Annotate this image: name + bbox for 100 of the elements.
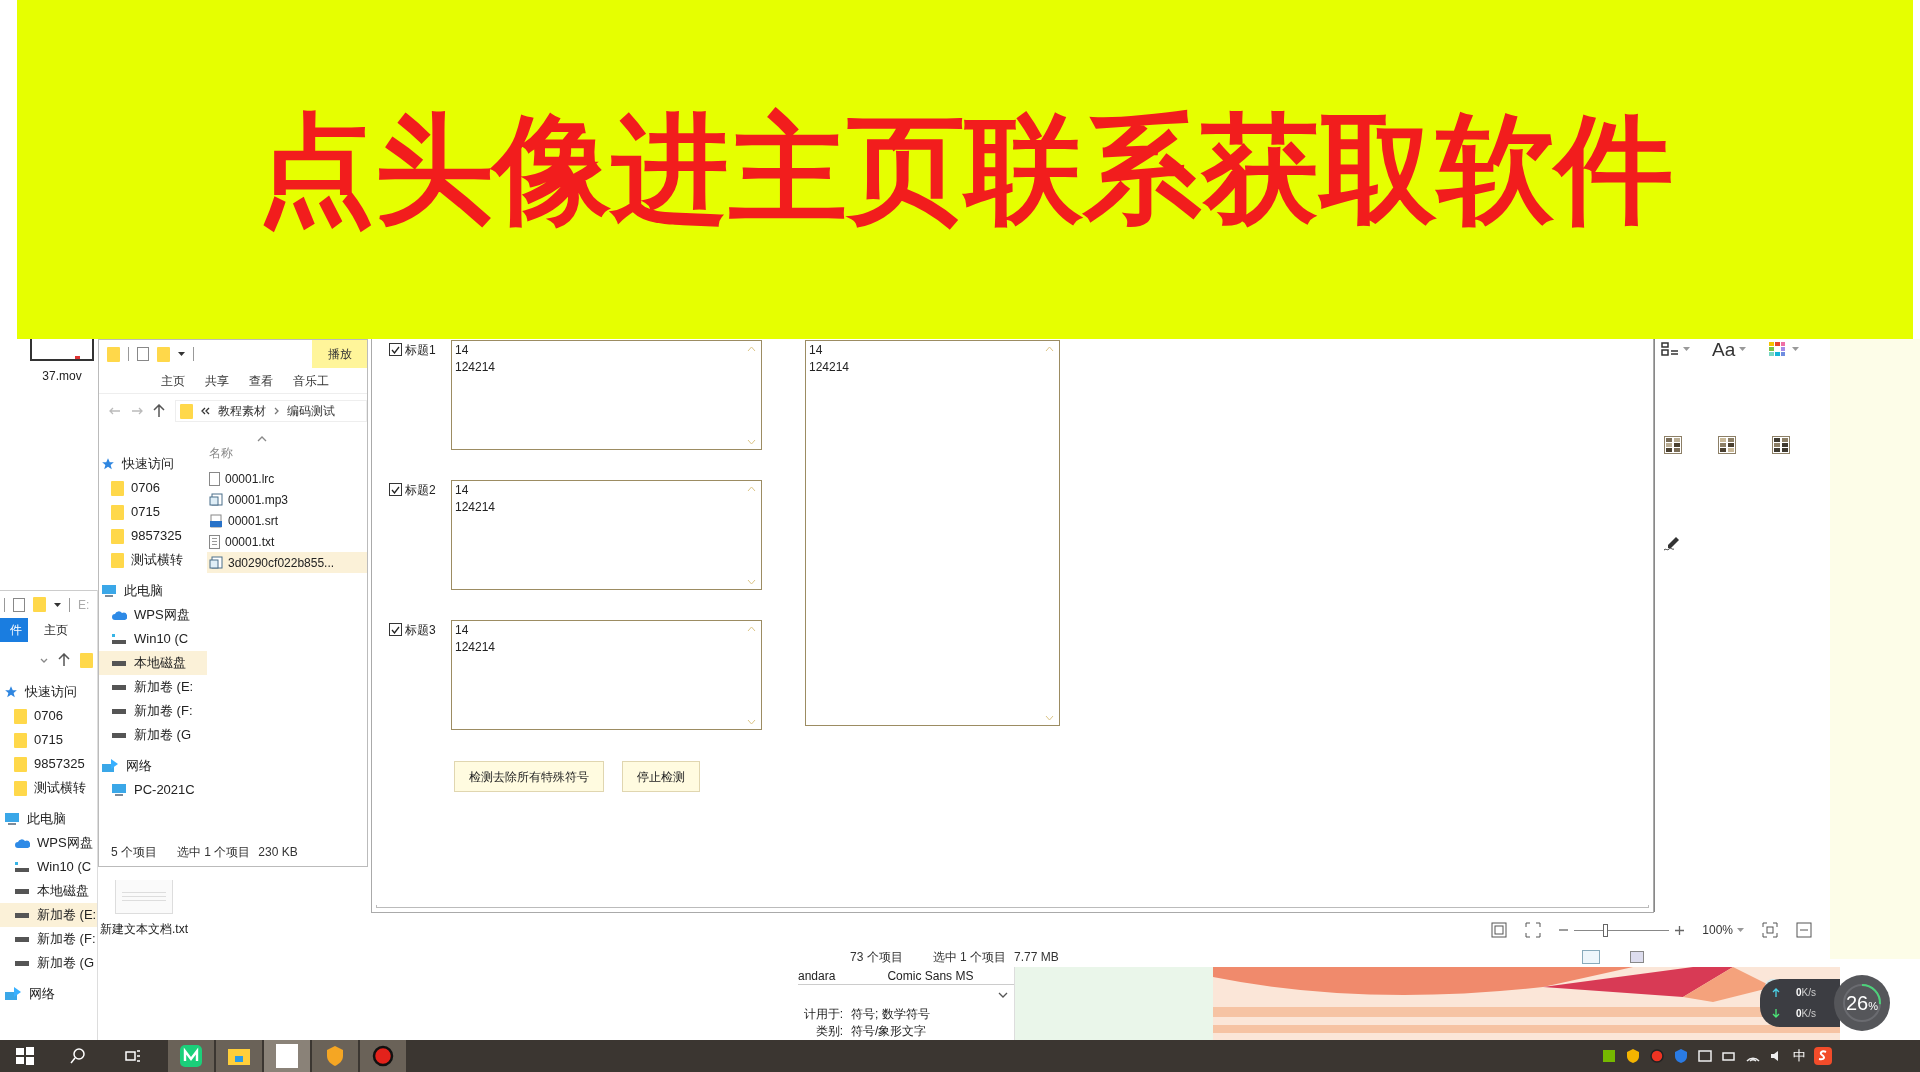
chevron-icon[interactable] [998, 992, 1008, 998]
nav-item[interactable]: 此电脑 [0, 807, 97, 831]
zoom-out-icon[interactable] [1559, 926, 1569, 934]
table-style-icon[interactable] [1772, 436, 1790, 454]
minimize-panel-icon[interactable] [1796, 922, 1812, 938]
nav-item[interactable]: 新加卷 (F: [99, 699, 207, 723]
ribbon-tab[interactable]: 共享 [205, 371, 229, 390]
shield-icon[interactable] [1625, 1048, 1641, 1064]
nav-item[interactable]: Win10 (C [99, 627, 207, 651]
nav-item[interactable]: 测试横转 [99, 548, 207, 572]
checkbox[interactable] [389, 623, 402, 636]
color-palette-icon[interactable] [1768, 341, 1787, 357]
nav-item[interactable]: 新加卷 (E: [0, 903, 97, 927]
file-row[interactable]: 00001.lrc [207, 468, 367, 489]
dropdown-icon[interactable] [54, 602, 61, 607]
start-icon[interactable] [15, 1046, 35, 1066]
nav-item[interactable]: WPS网盘 [0, 831, 97, 855]
nav-item[interactable]: 0706 [99, 476, 207, 500]
ribbon-tab[interactable]: 查看 [249, 371, 273, 390]
nav-item[interactable]: PC-2021C [99, 778, 207, 802]
nav-item[interactable]: 本地磁盘 [99, 651, 207, 675]
action-button[interactable]: 停止检测 [622, 761, 700, 792]
breadcrumb[interactable]: 编码测试 [287, 402, 335, 420]
up-arrow-icon[interactable] [58, 653, 70, 667]
nav-item[interactable]: 快速访问 [0, 680, 97, 704]
nav-item[interactable]: 0706 [0, 704, 97, 728]
record-icon[interactable] [1649, 1048, 1665, 1064]
font-name[interactable]: Comic Sans MS [887, 966, 974, 985]
checkbox[interactable] [389, 343, 402, 356]
folder-icon [80, 652, 93, 668]
nav-item[interactable]: 新加卷 (E: [99, 675, 207, 699]
slider-thumb[interactable] [1603, 923, 1609, 937]
nav-item[interactable]: 网络 [99, 754, 207, 778]
context-tab[interactable]: 播放 [312, 340, 367, 368]
address-bar[interactable]: 教程素材 编码测试 [175, 400, 367, 422]
ribbon-tab[interactable]: 件 [0, 618, 28, 642]
nav-item[interactable]: 新加卷 (F: [0, 927, 97, 951]
ribbon-tab[interactable]: 主页 [161, 371, 185, 390]
nav-item[interactable]: 9857325 [0, 752, 97, 776]
sogou-icon[interactable] [1814, 1047, 1832, 1065]
nav-item[interactable]: Win10 (C [0, 855, 97, 879]
shield-icon[interactable] [1673, 1048, 1689, 1064]
table-style-icon[interactable] [1718, 436, 1736, 454]
thumbnail-view-icon[interactable] [1630, 951, 1644, 963]
nav-item[interactable]: 新加卷 (G [99, 723, 207, 747]
up-arrow-icon[interactable] [153, 404, 165, 418]
list-layout-icon[interactable] [1661, 342, 1679, 356]
checkbox[interactable] [389, 483, 402, 496]
dropdown-icon[interactable] [178, 352, 185, 356]
file-row[interactable]: 00001.srt [207, 510, 367, 531]
nav-item[interactable]: 9857325 [99, 524, 207, 548]
nav-item[interactable]: 网络 [0, 982, 97, 1006]
column-header[interactable]: 名称 [207, 444, 367, 468]
nav-item[interactable]: 测试横转 [0, 776, 97, 800]
video-thumbnail[interactable] [30, 339, 94, 361]
properties-icon[interactable] [13, 597, 25, 612]
task-view-icon[interactable] [124, 1048, 142, 1064]
zoom-slider[interactable] [1574, 923, 1670, 937]
search-icon[interactable] [69, 1047, 87, 1065]
input-method[interactable]: 中 [1793, 1046, 1806, 1066]
upload-arrow-icon [1772, 988, 1780, 997]
overflow-chevron-icon[interactable] [201, 407, 210, 415]
nav-item[interactable]: 0715 [99, 500, 207, 524]
ribbon-tab[interactable]: 音乐工 [293, 371, 329, 390]
folder-icon [14, 756, 27, 772]
details-view-icon[interactable] [1582, 950, 1600, 964]
nav-item[interactable]: 新加卷 (G [0, 951, 97, 975]
fullscreen-icon[interactable] [1525, 922, 1542, 938]
nav-item[interactable]: 此电脑 [99, 579, 207, 603]
taskbar-app[interactable] [264, 1040, 310, 1072]
breadcrumb[interactable]: 教程素材 [218, 402, 266, 420]
address-text: E: [78, 596, 90, 614]
taskbar-app[interactable] [216, 1040, 262, 1072]
zoom-level[interactable]: 100% [1702, 921, 1733, 939]
file-row[interactable]: 3d0290cf022b855... [207, 552, 367, 573]
file-row[interactable]: 00001.mp3 [207, 489, 367, 510]
ring-track [1843, 984, 1881, 1022]
checkbox-label: 标题3 [405, 622, 436, 639]
file-row[interactable]: 00001.txt [207, 531, 367, 552]
font-name[interactable]: andara [798, 966, 836, 985]
properties-icon[interactable] [137, 347, 149, 361]
folder-icon [14, 780, 27, 796]
taskbar-app[interactable] [312, 1040, 358, 1072]
fit-width-icon[interactable] [1762, 922, 1778, 938]
font-button[interactable]: Aa [1712, 339, 1736, 359]
zoom-in-icon[interactable] [1675, 925, 1685, 935]
app-icon[interactable] [1697, 1048, 1713, 1064]
nav-item[interactable]: WPS网盘 [99, 603, 207, 627]
chevron-icon[interactable] [40, 657, 48, 663]
ribbon-tab[interactable]: 主页 [28, 618, 84, 642]
nav-item[interactable]: 本地磁盘 [0, 879, 97, 903]
action-button[interactable]: 检测去除所有特殊符号 [454, 761, 604, 792]
fit-page-icon[interactable] [1491, 922, 1508, 938]
gpu-icon[interactable] [1601, 1048, 1617, 1064]
nav-item[interactable]: 快速访问 [99, 452, 207, 476]
info-label: 类别: [814, 1022, 843, 1040]
taskbar-app[interactable] [360, 1040, 406, 1072]
nav-item[interactable]: 0715 [0, 728, 97, 752]
taskbar-app[interactable] [168, 1040, 214, 1072]
table-style-icon[interactable] [1664, 436, 1682, 454]
